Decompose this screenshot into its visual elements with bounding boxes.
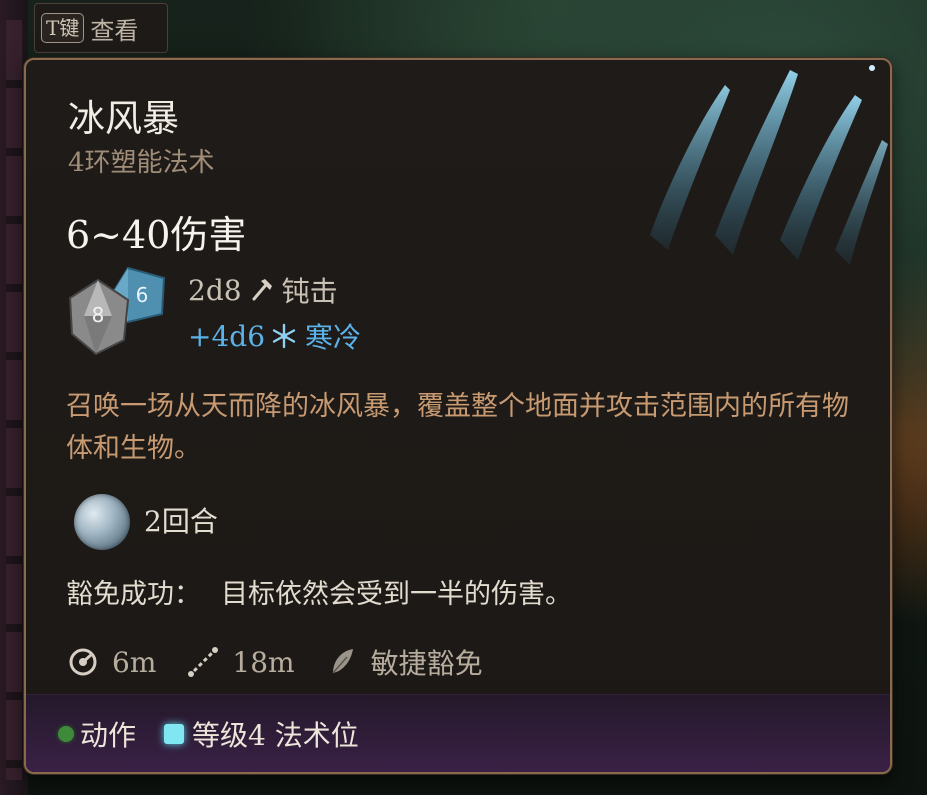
- spell-slot-icon: [164, 723, 185, 744]
- damage-total: 6~40伤害: [66, 213, 247, 257]
- examine-label: 查看: [90, 16, 139, 45]
- save-type-value: 敏捷豁免: [370, 647, 483, 680]
- examine-hint[interactable]: T键 查看: [34, 3, 168, 53]
- range-value: 18m: [232, 645, 295, 679]
- d6-face: 6: [136, 283, 149, 307]
- damage-type: 寒冷: [305, 321, 362, 354]
- dice-icon: 6 8: [68, 266, 166, 356]
- spell-name: 冰风暴: [68, 97, 179, 140]
- range-stat: 18m: [186, 645, 295, 679]
- action-dot-icon: [58, 725, 74, 742]
- feather-icon: [331, 649, 353, 674]
- spell-slot-label: 等级4 法术位: [192, 718, 359, 752]
- ice-claw-icon: [650, 65, 888, 265]
- damage-dice: +4d6: [188, 319, 266, 353]
- range-icon: [188, 647, 219, 677]
- save-text: 目标依然会受到一半的伤害。: [221, 579, 572, 610]
- damage-dice: 2d8: [188, 273, 242, 307]
- snowflake-icon: [272, 323, 296, 349]
- damage-row-bludgeoning: 2d8 钝击: [188, 270, 338, 310]
- radius-stat: 6m: [66, 645, 156, 679]
- duration-icon: [74, 494, 130, 550]
- save-type-stat: 敏捷豁免: [325, 642, 483, 682]
- damage-type: 钝击: [281, 275, 338, 308]
- spell-tooltip: 冰风暴 4环塑能法术 6~40伤害 6 8 2d8 钝击 +4d6 寒冷 召唤一…: [24, 58, 892, 774]
- save-success: 豁免成功： 目标依然会受到一半的伤害。: [66, 572, 572, 611]
- radius-icon: [69, 648, 97, 676]
- save-label: 豁免成功：: [66, 579, 201, 610]
- hotkey-keycap: T键: [41, 13, 85, 43]
- action-label: 动作: [80, 718, 137, 752]
- hammer-icon: [252, 279, 272, 301]
- damage-row-cold: +4d6 寒冷: [188, 316, 361, 356]
- spell-description: 召唤一场从天而降的冰风暴，覆盖整个地面并攻击范围内的所有物体和生物。: [66, 391, 849, 464]
- spell-stats: 6m 18m 敏捷豁免: [66, 642, 513, 682]
- d8-face: 8: [92, 303, 105, 327]
- duration-text: 2回合: [144, 505, 218, 538]
- tooltip-footer: 动作 等级4 法术位: [26, 694, 890, 772]
- radius-value: 6m: [112, 645, 157, 679]
- spell-school: 4环塑能法术: [68, 148, 215, 178]
